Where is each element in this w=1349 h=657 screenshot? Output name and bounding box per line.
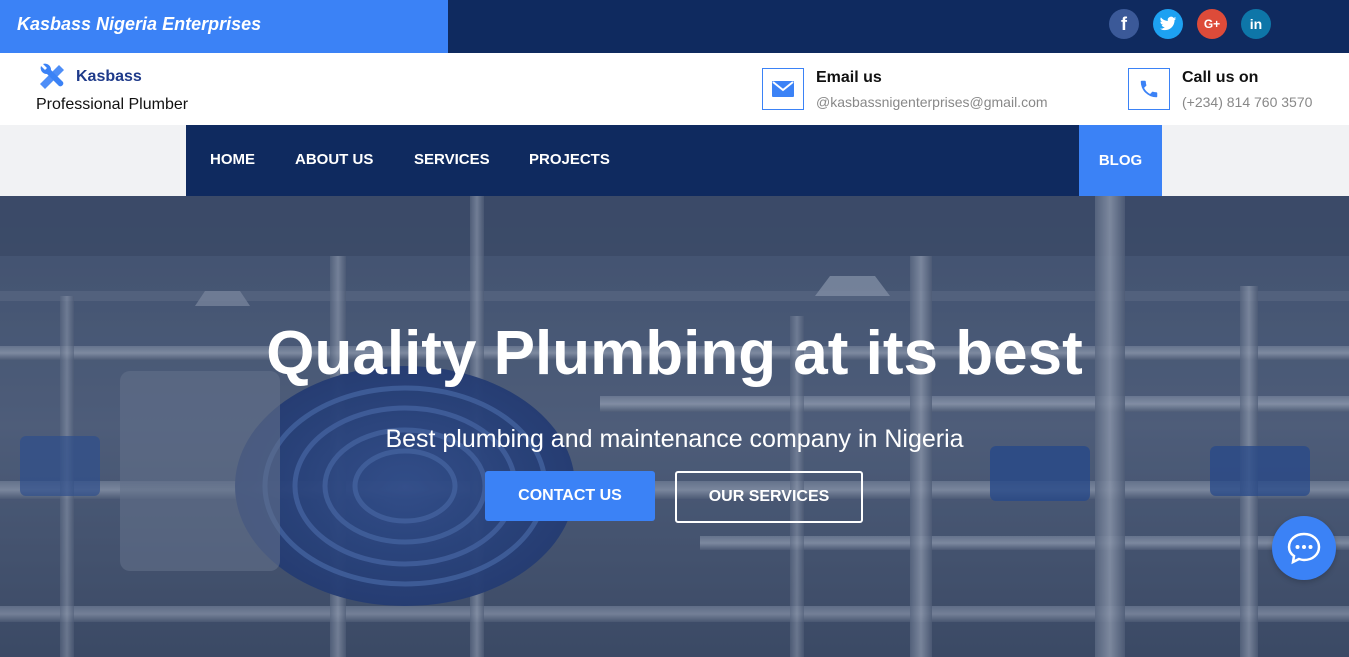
nav-projects[interactable]: PROJECTS	[529, 151, 610, 168]
google-plus-icon[interactable]: G+	[1197, 9, 1227, 39]
facebook-icon[interactable]: f	[1109, 9, 1139, 39]
hero-title: Quality Plumbing at its best	[266, 319, 1083, 388]
chat-bubble-icon	[1287, 532, 1321, 565]
email-box	[762, 68, 804, 110]
header: Kasbass Professional Plumber Email us @k…	[0, 53, 1349, 125]
chat-button[interactable]	[1272, 516, 1336, 580]
hero-section: Quality Plumbing at its best Best plumbi…	[0, 196, 1349, 657]
hero-subtitle: Best plumbing and maintenance company in…	[385, 425, 964, 453]
main-nav: HOME ABOUT US SERVICES PROJECTS BLOG	[186, 125, 1162, 196]
brand-name[interactable]: Kasbass Nigeria Enterprises	[17, 14, 261, 35]
email-title: Email us	[816, 69, 882, 86]
phone-box	[1128, 68, 1170, 110]
phone-value[interactable]: (+234) 814 760 3570	[1182, 94, 1312, 110]
nav-home[interactable]: HOME	[210, 151, 255, 168]
phone-icon	[1140, 80, 1158, 98]
brand-banner: Kasbass Nigeria Enterprises	[0, 0, 448, 53]
logo-name[interactable]: Kasbass	[76, 68, 142, 86]
nav-services[interactable]: SERVICES	[414, 151, 490, 168]
envelope-icon	[772, 81, 794, 97]
linkedin-icon[interactable]: in	[1241, 9, 1271, 39]
nav-about-us[interactable]: ABOUT US	[295, 151, 373, 168]
nav-wrapper: HOME ABOUT US SERVICES PROJECTS BLOG	[0, 125, 1349, 196]
logo-tagline: Professional Plumber	[36, 96, 189, 113]
phone-title: Call us on	[1182, 69, 1259, 86]
top-bar: Kasbass Nigeria Enterprises f G+ in	[0, 0, 1349, 53]
contact-us-button[interactable]: CONTACT US	[485, 471, 655, 521]
twitter-icon[interactable]	[1153, 9, 1183, 39]
wrench-icon	[40, 63, 64, 89]
nav-blog[interactable]: BLOG	[1079, 125, 1162, 196]
our-services-button[interactable]: OUR SERVICES	[675, 471, 863, 523]
email-value[interactable]: @kasbassnigenterprises@gmail.com	[816, 94, 1048, 110]
